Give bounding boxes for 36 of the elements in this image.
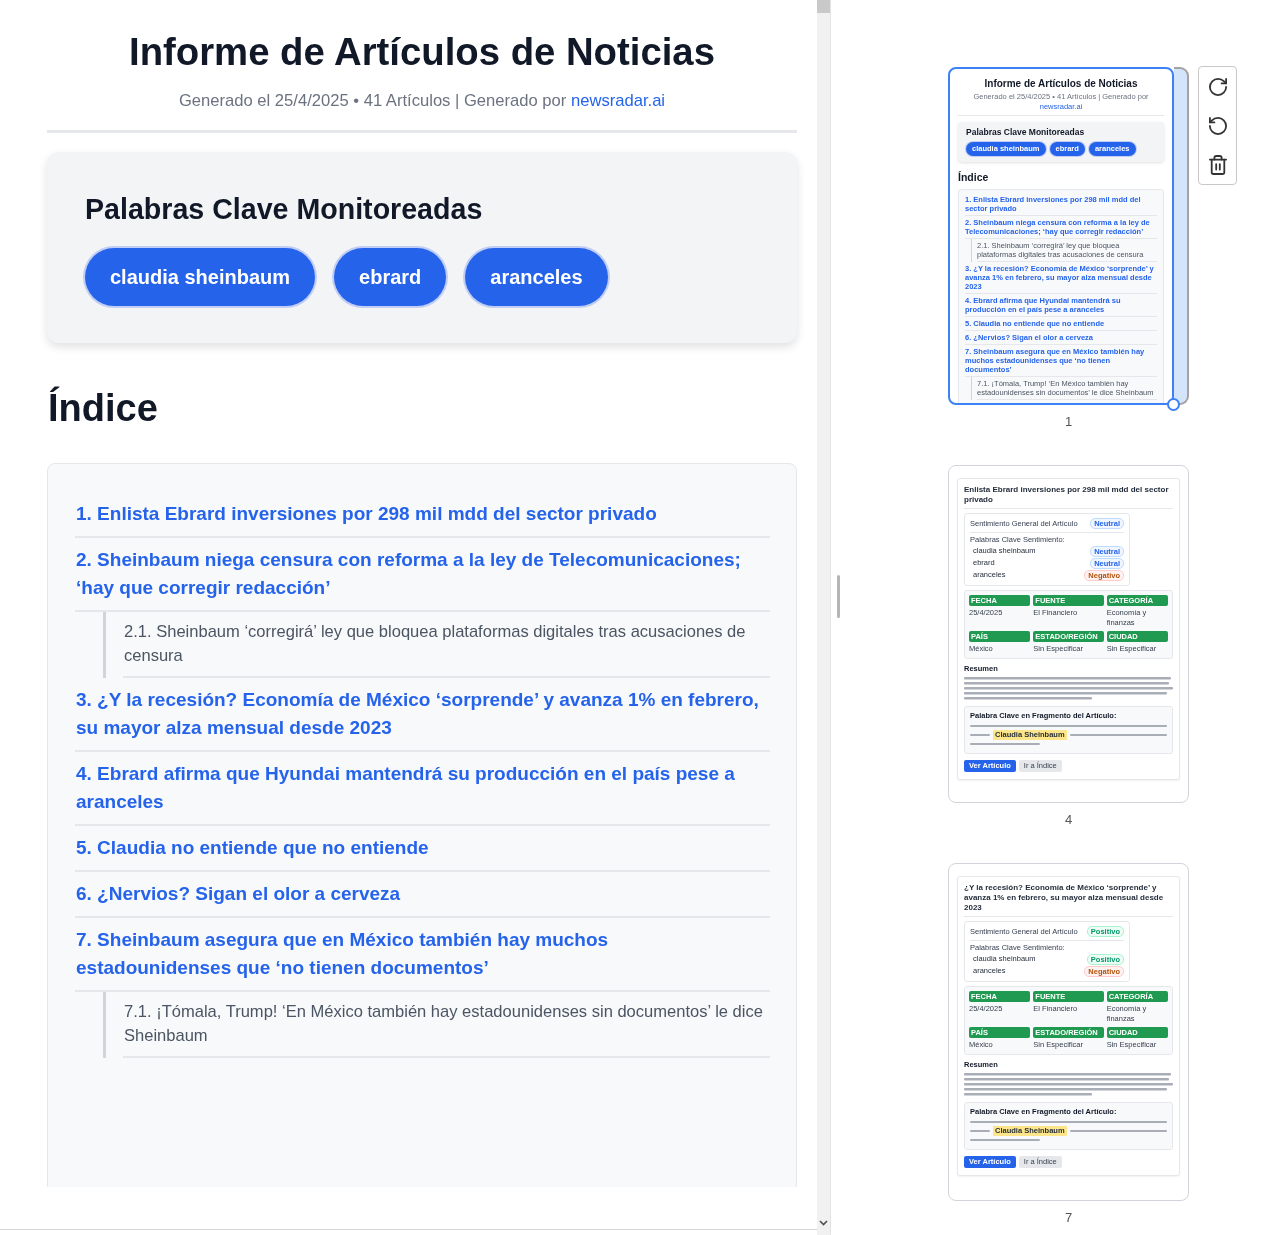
index-link[interactable]: 1. Enlista Ebrard inversiones por 298 mil mdd del sector privado	[75, 500, 657, 528]
report-title: Informe de Artículos de Noticias	[983, 77, 1139, 90]
index-sublink[interactable]: 2.1. Sheinbaum ‘corregirá’ ley que bloquea plataformas digitales tras acusaciones de censura	[124, 620, 770, 668]
website-link[interactable]: newsradar.ai	[570, 91, 666, 110]
index-link[interactable]: 7. Sheinbaum asegura que en México también hay muchos estadounidenses que ‘no tienen documentos’	[75, 926, 767, 982]
section-heading: Palabras Clave Monitoreadas	[966, 127, 1086, 138]
section-heading: Palabras Clave Monitoreadas	[85, 192, 484, 226]
text-line-drawing	[970, 1138, 1040, 1142]
index-link[interactable]: 4. Ebrard afirma que Hyundai mantendrá su producción en el país pese a aranceles	[75, 760, 767, 816]
page-thumbnail[interactable]	[948, 67, 1174, 405]
rotate-clockwise-icon	[1208, 77, 1227, 96]
page-number: 4	[1063, 811, 1074, 829]
trash-icon	[1208, 154, 1227, 175]
report-meta: Generado el 25/4/2025 • 41 Artículos | Generado por newsradar.ai	[47, 89, 797, 133]
keyword-pill: ebrard	[334, 248, 447, 306]
keyword-pill: aranceles	[465, 248, 608, 306]
rotate-counterclockwise-icon	[1208, 116, 1227, 135]
index-heading: Índice	[48, 385, 159, 431]
article-title: Enlista Ebrard inversiones por 298 mil mdd del sector privado	[964, 485, 1173, 509]
article-title: ¿Y la recesión? Economía de México ‘sorprende’ y avanza 1% en febrero, su mayor alza mensual desde 2023	[964, 883, 1173, 917]
keyword-pill: claudia sheinbaum	[85, 248, 316, 306]
index-link[interactable]: 3. ¿Y la recesión? Economía de México ‘sorprende’ y avanza 1% en febrero, su mayor alza mensual desde 2023	[75, 686, 767, 742]
splitter-handle[interactable]	[837, 575, 840, 618]
scrollbar-thumb[interactable]	[817, 0, 830, 13]
text-line-drawing	[970, 1129, 990, 1133]
text-line-drawing	[970, 742, 1040, 746]
report-title: Informe de Artículos de Noticias	[128, 29, 716, 75]
index-link[interactable]: 6. ¿Nervios? Sigan el olor a cerveza	[75, 880, 401, 908]
index-heading: Índice	[958, 171, 990, 184]
index-sublink[interactable]: 7.1. ¡Tómala, Trump! ‘En México también hay estadounidenses sin documentos’ le dice Sheinbaum	[124, 1000, 770, 1048]
page-number: 1	[1063, 413, 1074, 431]
text-line-drawing	[970, 733, 990, 737]
index-link[interactable]: 5. Claudia no entiende que no entiende	[75, 834, 429, 862]
chevron-down-icon[interactable]	[819, 1220, 828, 1226]
page-number: 7	[1063, 1209, 1074, 1227]
index-link[interactable]: 2. Sheinbaum niega censura con reforma a la ley de Telecomunicaciones; ‘hay que corregir redacción’	[75, 546, 767, 602]
